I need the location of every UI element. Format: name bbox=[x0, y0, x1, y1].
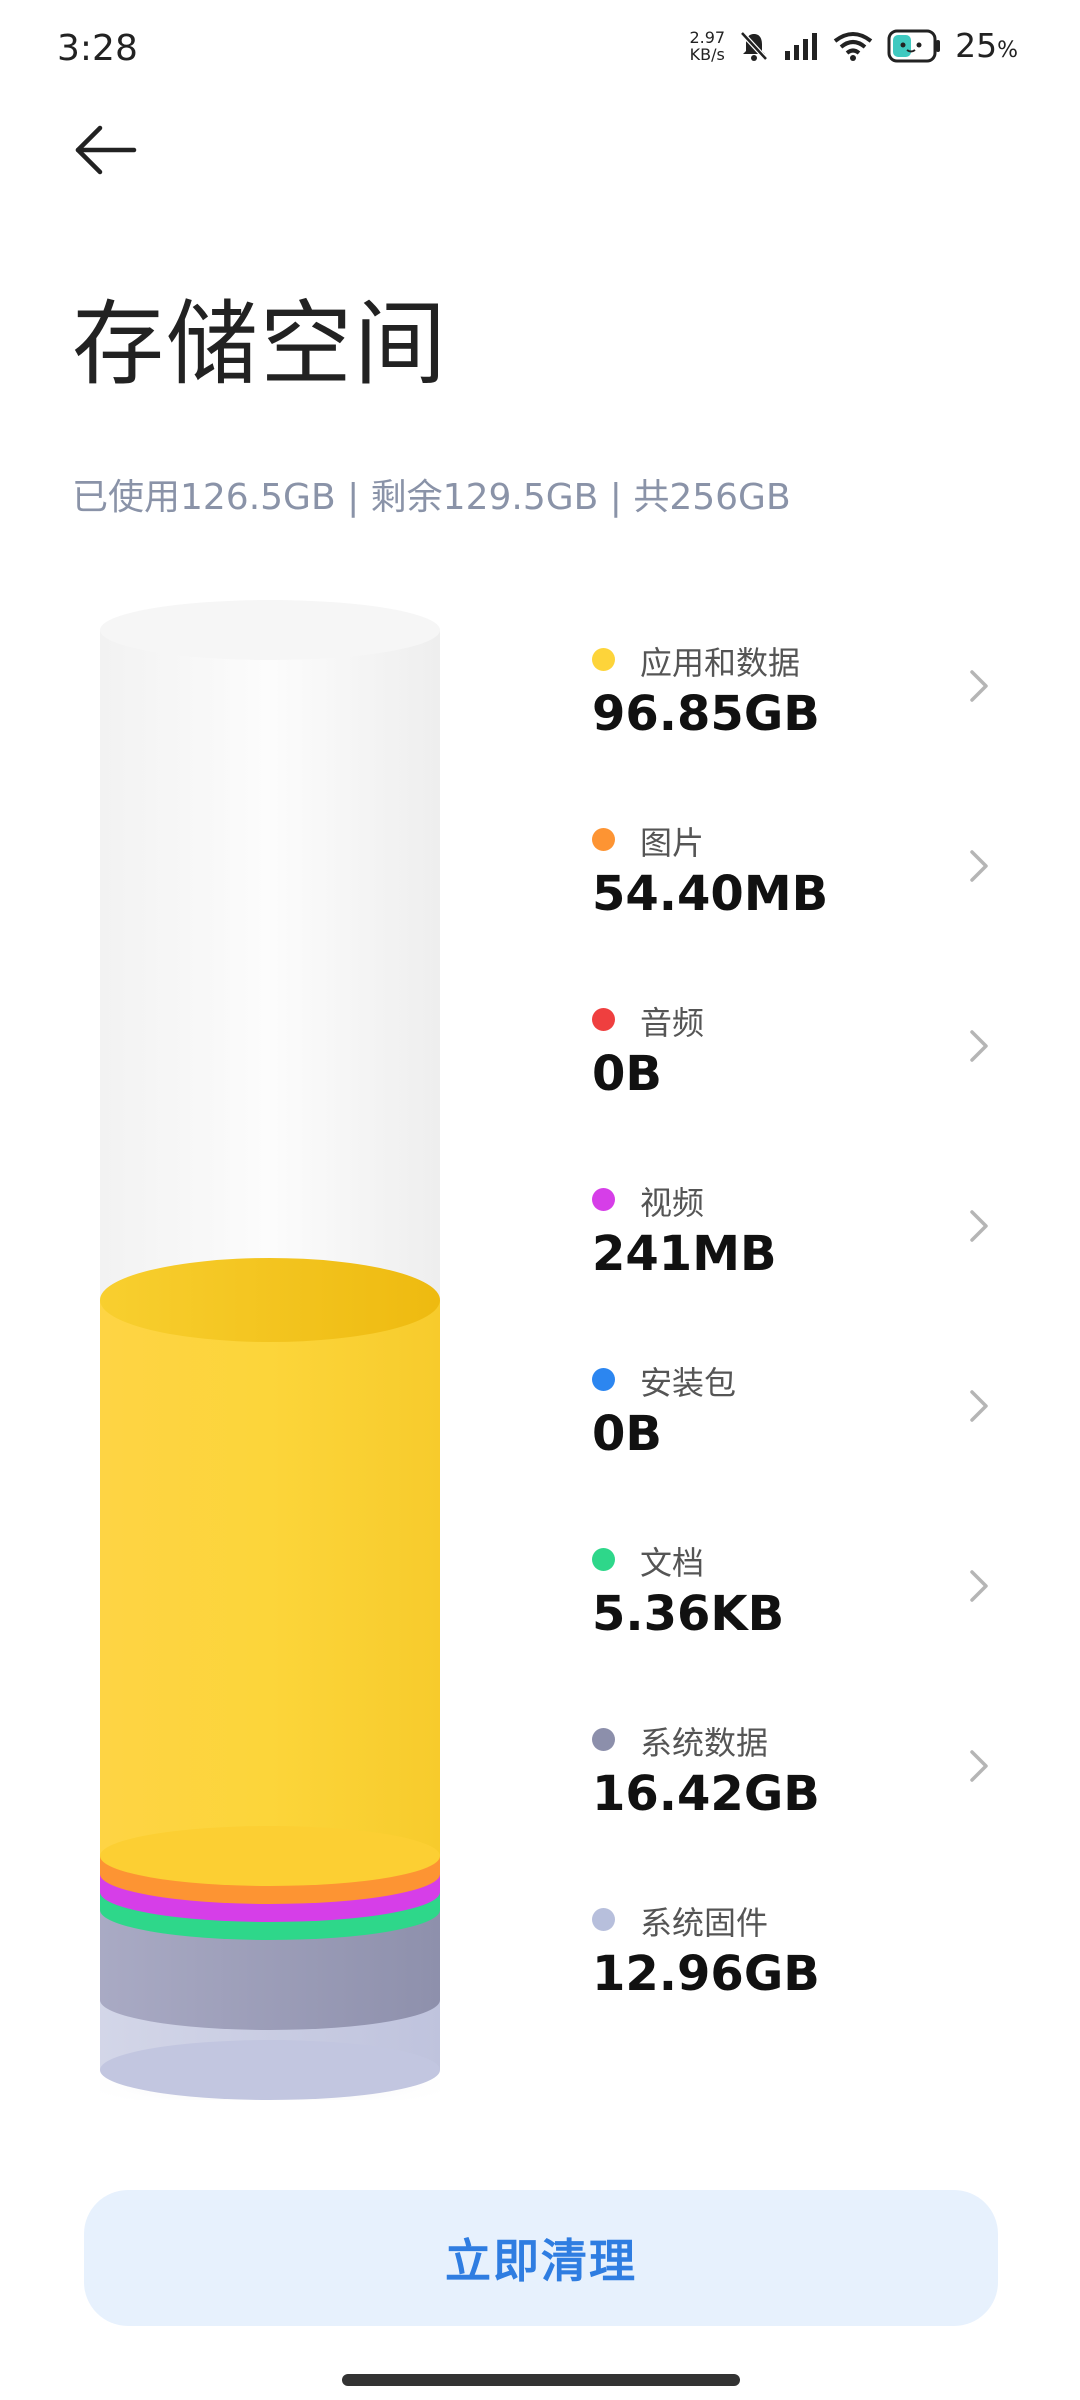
storage-item-documents[interactable]: 文档 5.36KB bbox=[582, 1512, 1002, 1662]
storage-item-size: 96.85GB bbox=[592, 686, 820, 742]
legend-dot bbox=[592, 1368, 615, 1391]
storage-item-size: 16.42GB bbox=[592, 1766, 820, 1822]
storage-item-label: 应用和数据 bbox=[640, 644, 801, 682]
legend-dot bbox=[592, 648, 615, 671]
network-speed-value: 2.97 bbox=[689, 27, 726, 47]
storage-item-audio[interactable]: 音频 0B bbox=[582, 972, 1002, 1122]
back-button[interactable] bbox=[70, 120, 170, 200]
segment-apps-data bbox=[100, 1300, 440, 1856]
mute-icon bbox=[740, 30, 768, 61]
chevron-right-icon bbox=[970, 1570, 988, 1602]
storage-cylinder bbox=[100, 600, 440, 2100]
storage-item-system-data[interactable]: 系统数据 16.42GB bbox=[582, 1692, 1002, 1842]
chevron-right-icon bbox=[970, 1750, 988, 1782]
storage-item-label: 安装包 bbox=[640, 1364, 737, 1402]
battery-icon bbox=[887, 29, 941, 62]
storage-item-video[interactable]: 视频 241MB bbox=[582, 1152, 1002, 1302]
arrow-left-icon bbox=[75, 125, 137, 175]
status-time: 3:28 bbox=[57, 28, 138, 69]
status-bar: 3:28 2.97 KB/s 25% bbox=[0, 0, 1080, 100]
storage-item-size: 12.96GB bbox=[592, 1946, 820, 2002]
status-icons: 2.97 KB/s 25% bbox=[689, 26, 1018, 65]
storage-item-label: 文档 bbox=[640, 1544, 705, 1582]
legend-dot bbox=[592, 1548, 615, 1571]
segment-apps-data-bottom bbox=[100, 1826, 440, 1886]
storage-summary: 已使用126.5GB | 剩余129.5GB | 共256GB bbox=[72, 477, 791, 518]
storage-item-size: 5.36KB bbox=[592, 1586, 785, 1642]
battery-percentage: 25% bbox=[955, 26, 1018, 65]
storage-item-size: 241MB bbox=[592, 1226, 777, 1282]
storage-item-label: 系统固件 bbox=[640, 1904, 769, 1942]
network-speed-unit: KB/s bbox=[689, 44, 725, 64]
cylinder-top bbox=[100, 600, 440, 660]
segment-system-firmware-bottom bbox=[100, 2040, 440, 2100]
clean-now-button[interactable]: 立即清理 bbox=[84, 2190, 998, 2326]
legend-dot bbox=[592, 1728, 615, 1751]
storage-item-size: 54.40MB bbox=[592, 866, 829, 922]
storage-item-label: 系统数据 bbox=[640, 1724, 769, 1762]
storage-item-system-firmware: 系统固件 12.96GB bbox=[582, 1872, 1002, 2022]
storage-item-images[interactable]: 图片 54.40MB bbox=[582, 792, 1002, 942]
storage-item-packages[interactable]: 安装包 0B bbox=[582, 1332, 1002, 1482]
signal-icon bbox=[785, 32, 818, 60]
cylinder-free-space bbox=[100, 630, 440, 1330]
battery-value: 25 bbox=[955, 26, 998, 65]
segment-system-data-bottom bbox=[100, 1970, 440, 2030]
storage-item-label: 视频 bbox=[640, 1184, 705, 1222]
page-title: 存储空间 bbox=[72, 291, 449, 398]
storage-item-label: 音频 bbox=[640, 1004, 705, 1042]
wifi-icon bbox=[833, 31, 873, 61]
legend-dot bbox=[592, 1188, 615, 1211]
chevron-right-icon bbox=[970, 1390, 988, 1422]
chevron-right-icon bbox=[970, 670, 988, 702]
chevron-right-icon bbox=[970, 1030, 988, 1062]
storage-item-size: 0B bbox=[592, 1046, 662, 1102]
network-speed: 2.97 KB/s bbox=[689, 29, 725, 63]
battery-unit: % bbox=[997, 38, 1018, 63]
legend-dot bbox=[592, 828, 615, 851]
storage-item-label: 图片 bbox=[640, 824, 705, 862]
storage-item-apps-data[interactable]: 应用和数据 96.85GB bbox=[582, 612, 1002, 762]
home-indicator[interactable] bbox=[342, 2374, 740, 2386]
segment-apps-data-top bbox=[100, 1258, 440, 1342]
chevron-right-icon bbox=[970, 850, 988, 882]
legend-dot bbox=[592, 1008, 615, 1031]
legend-dot bbox=[592, 1908, 615, 1931]
storage-item-size: 0B bbox=[592, 1406, 662, 1462]
chevron-right-icon bbox=[970, 1210, 988, 1242]
